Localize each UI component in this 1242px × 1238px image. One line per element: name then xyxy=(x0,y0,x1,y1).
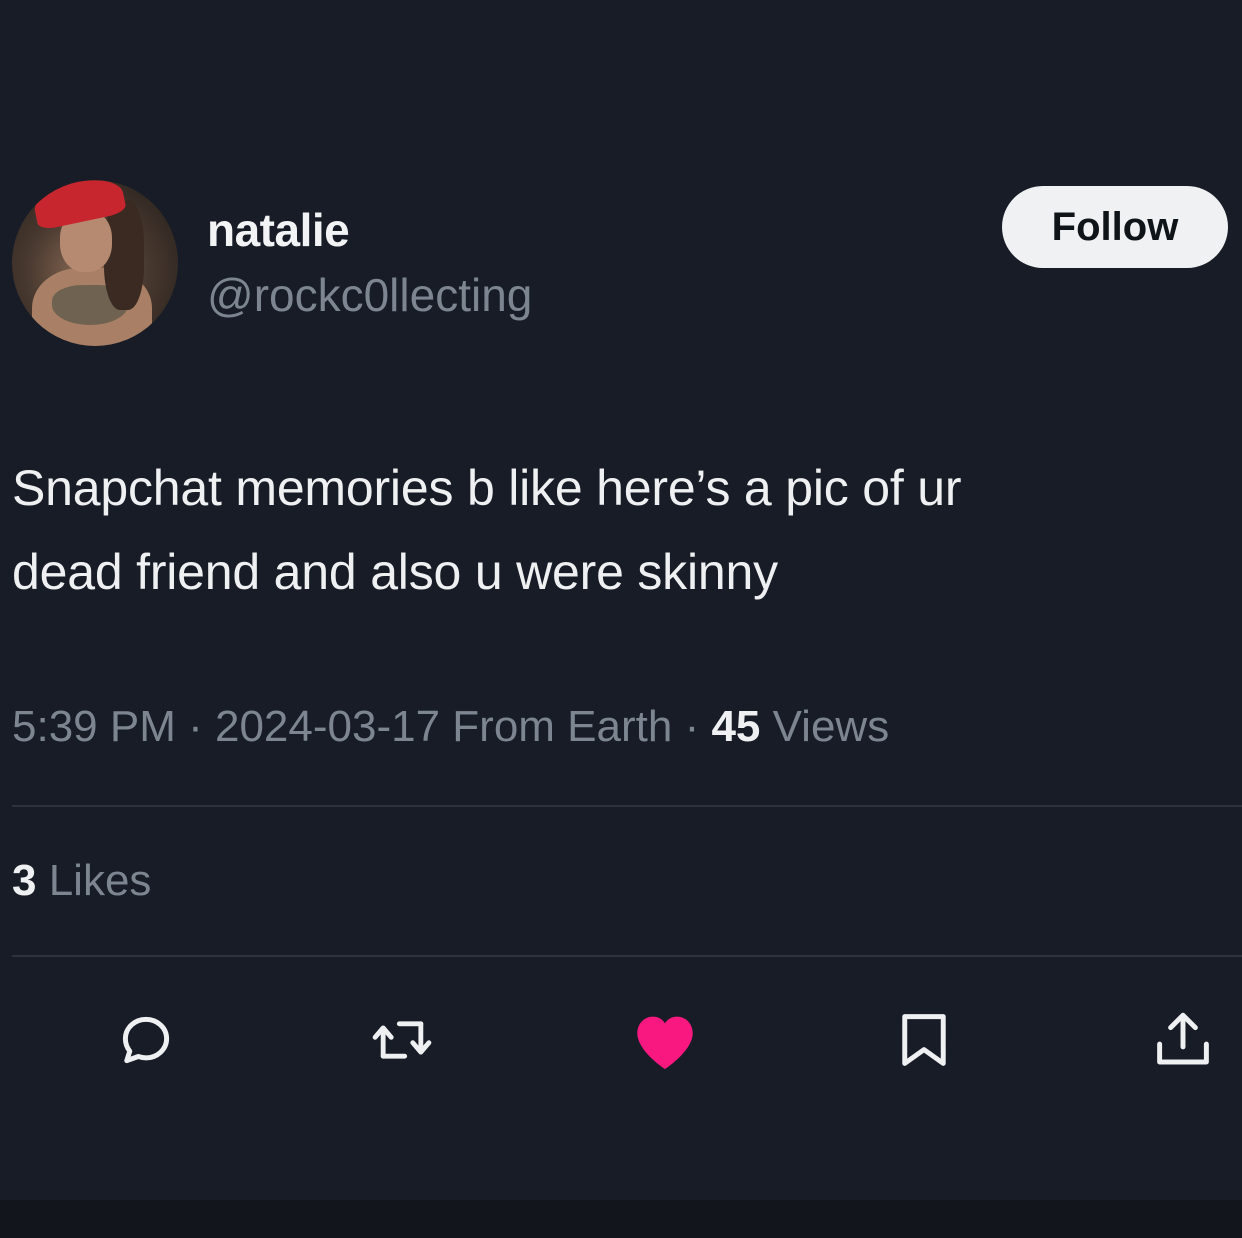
author-handle[interactable]: @rockc0llecting xyxy=(207,268,532,322)
tweet-time[interactable]: 5:39 PM xyxy=(12,702,176,751)
bookmark-icon xyxy=(902,1014,946,1066)
share-button[interactable] xyxy=(1148,1005,1218,1075)
tweet-text-line: dead friend and also u were skinny xyxy=(12,544,778,600)
meta-separator: · xyxy=(672,702,712,751)
retweet-button[interactable] xyxy=(367,1005,437,1075)
author-display-name[interactable]: natalie xyxy=(207,203,350,257)
share-icon xyxy=(1157,1012,1209,1065)
bottom-bar xyxy=(0,1200,1242,1238)
tweet-text-line: Snapchat memories b like here’s a pic of… xyxy=(12,460,962,516)
divider xyxy=(12,955,1242,957)
meta-separator: · xyxy=(175,702,215,751)
likes-count: 3 xyxy=(12,856,37,905)
reply-button[interactable] xyxy=(111,1005,181,1075)
tweet-text: Snapchat memories b like here’s a pic of… xyxy=(12,446,1232,614)
tweet-meta: 5:39 PM · 2024-03-17 From Earth · 45 Vie… xyxy=(12,702,889,752)
bookmark-button[interactable] xyxy=(889,1005,959,1075)
retweet-icon xyxy=(372,1021,432,1059)
divider xyxy=(12,805,1242,807)
follow-button[interactable]: Follow xyxy=(1002,186,1228,268)
tweet-date[interactable]: 2024-03-17 xyxy=(215,702,440,751)
tweet-page: natalie @rockc0llecting Follow Snapchat … xyxy=(0,0,1242,1238)
reply-icon xyxy=(122,1016,170,1064)
heart-icon xyxy=(637,1016,693,1070)
views-count: 45 xyxy=(711,702,761,751)
tweet-source: From Earth xyxy=(440,702,673,751)
likes-stat[interactable]: 3 Likes xyxy=(12,856,151,906)
like-button[interactable] xyxy=(630,1005,700,1075)
views-label: Views xyxy=(760,702,890,751)
author-avatar[interactable] xyxy=(12,180,178,346)
likes-label: Likes xyxy=(36,856,152,905)
